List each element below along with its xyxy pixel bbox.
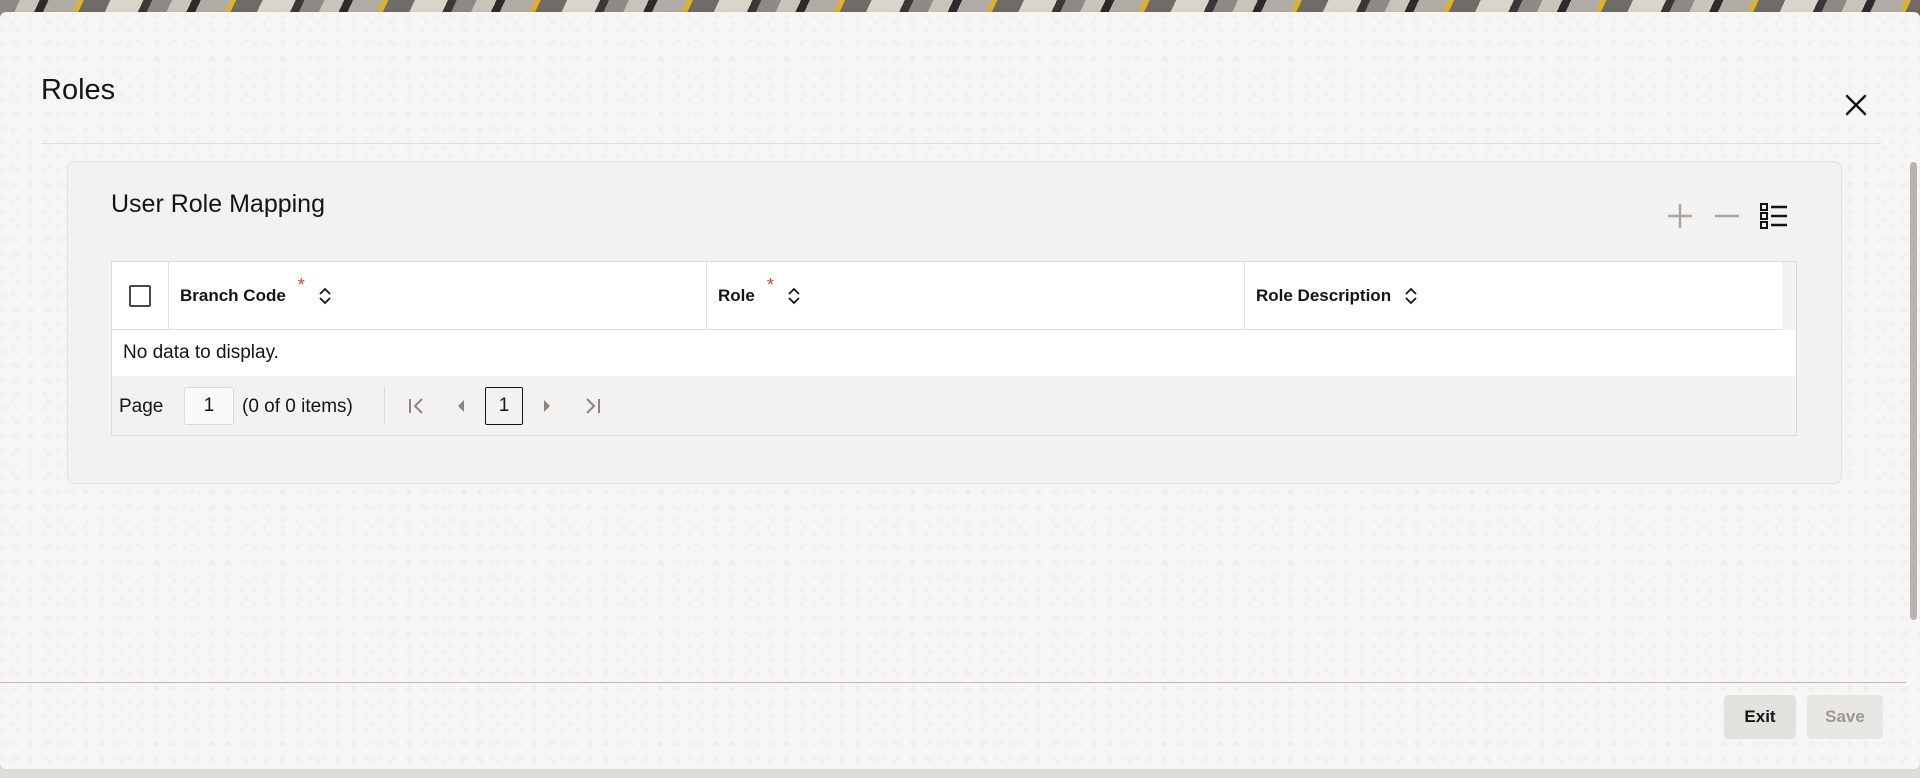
column-label: Role Description	[1256, 285, 1392, 305]
empty-row: No data to display.	[112, 330, 1796, 376]
close-button[interactable]	[1841, 90, 1871, 120]
column-label: Role	[718, 285, 755, 305]
save-button[interactable]: Save	[1807, 695, 1883, 739]
close-icon	[1845, 94, 1867, 116]
pagination-bar: Page 1 (0 of 0 items) 1	[112, 377, 1796, 435]
exit-button[interactable]: Exit	[1724, 695, 1796, 739]
previous-page-button[interactable]	[447, 392, 475, 420]
bottom-edge	[0, 769, 1920, 778]
list-detail-icon	[1760, 203, 1787, 229]
user-role-grid: Branch Code * Role * Role Description No…	[111, 261, 1797, 436]
page-number-input[interactable]: 1	[184, 387, 234, 425]
last-page-button[interactable]	[579, 392, 607, 420]
next-page-icon	[544, 400, 550, 412]
add-row-button[interactable]	[1662, 198, 1698, 234]
required-marker: *	[297, 275, 305, 295]
pager-divider	[384, 387, 385, 425]
last-page-icon	[586, 398, 600, 414]
title-divider	[41, 143, 1881, 144]
single-record-view-button[interactable]	[1756, 198, 1792, 234]
first-page-icon	[409, 398, 423, 414]
item-count: (0 of 0 items)	[242, 396, 353, 417]
dialog-title: Roles	[41, 74, 116, 106]
section-title: User Role Mapping	[111, 190, 325, 218]
previous-page-icon	[458, 400, 464, 412]
column-role-description[interactable]: Role Description	[1245, 262, 1782, 329]
page-label: Page	[119, 396, 164, 417]
column-role[interactable]: Role *	[707, 262, 1245, 329]
scrollbar-thumb[interactable]	[1910, 162, 1917, 620]
column-label: Branch Code	[180, 285, 286, 305]
minus-icon	[1715, 214, 1739, 218]
required-marker: *	[766, 275, 774, 295]
grid-header: Branch Code * Role * Role Description	[112, 262, 1782, 330]
plus-icon	[1668, 204, 1692, 228]
select-all-checkbox[interactable]	[129, 284, 151, 307]
first-page-button[interactable]	[402, 392, 430, 420]
footer-divider	[0, 682, 1906, 683]
remove-row-button[interactable]	[1709, 198, 1745, 234]
sort-icon[interactable]	[1405, 287, 1417, 305]
sort-icon[interactable]	[319, 287, 331, 305]
sort-icon[interactable]	[788, 287, 800, 305]
column-branch-code[interactable]: Branch Code *	[169, 262, 707, 329]
next-page-button[interactable]	[533, 392, 561, 420]
select-all-column	[112, 262, 169, 329]
empty-message: No data to display.	[123, 342, 279, 363]
current-page-button[interactable]: 1	[485, 387, 523, 425]
